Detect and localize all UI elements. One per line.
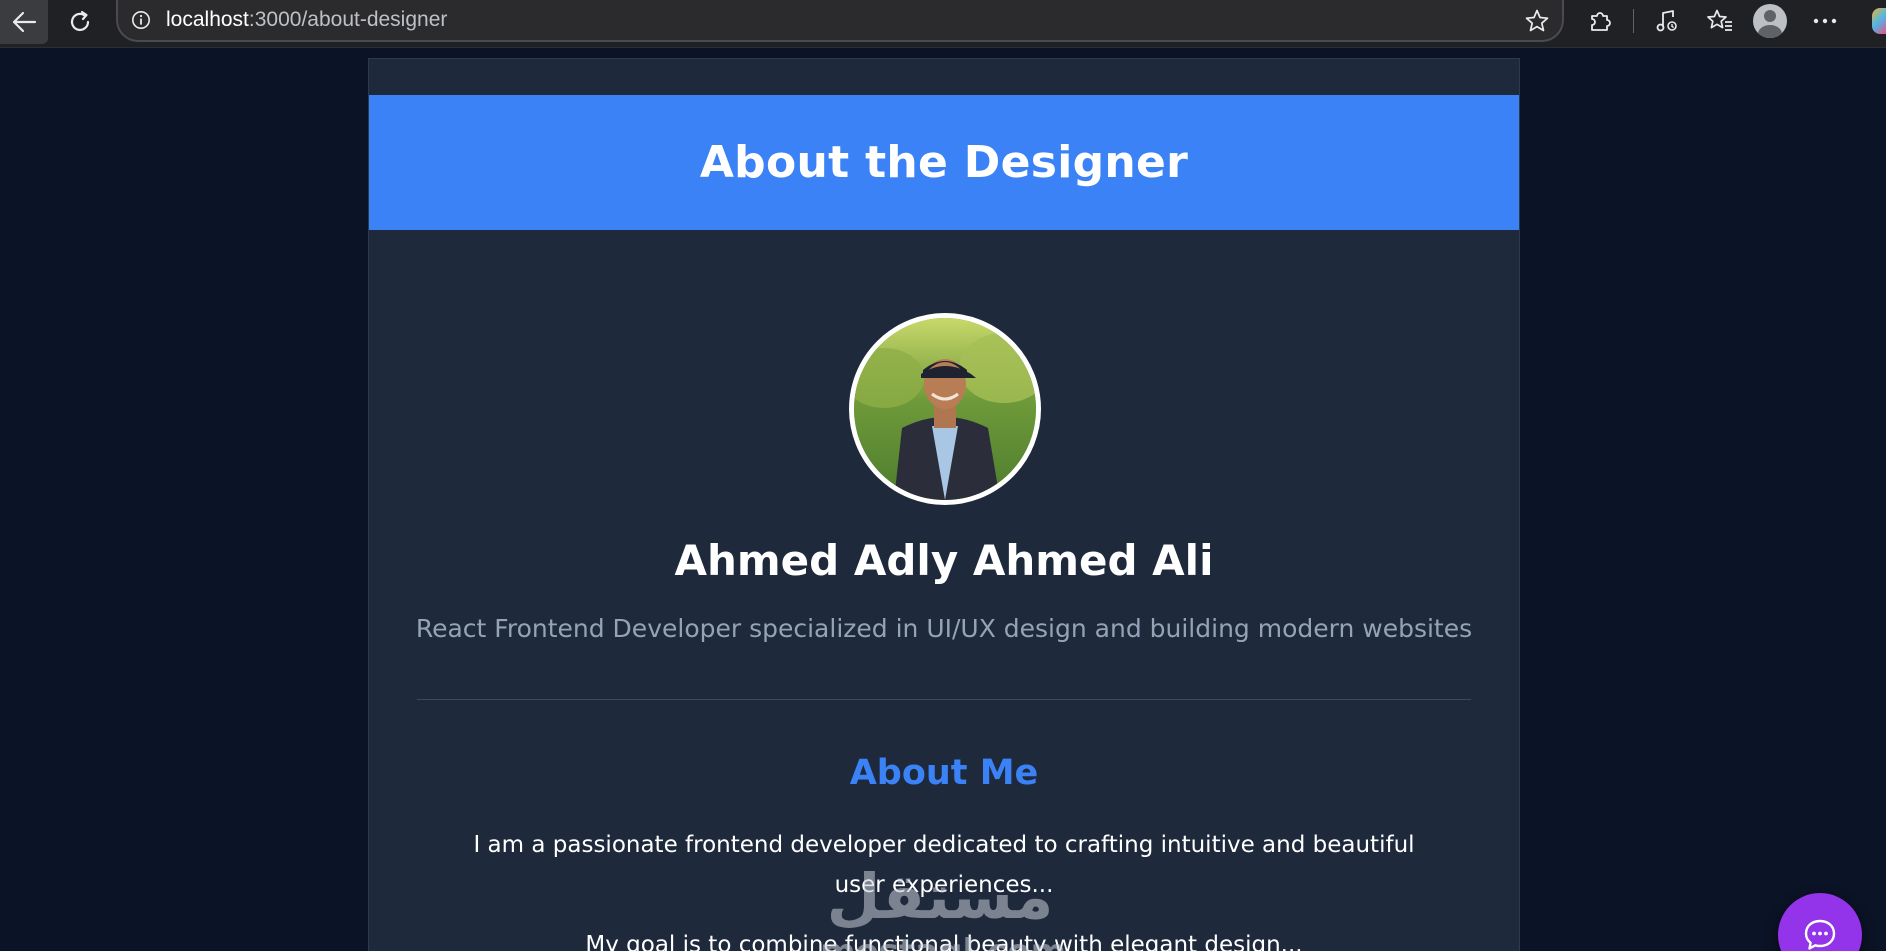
about-card: About the Designer Ahmed Adly Ahmed Ali … [368,58,1520,951]
extensions-button[interactable] [1580,1,1620,41]
hero-banner: About the Designer [369,95,1519,230]
reload-icon [70,10,90,31]
arrow-left-icon [12,11,37,33]
media-button[interactable] [1647,1,1687,41]
designer-photo [849,313,1041,505]
more-button[interactable] [1805,1,1845,41]
favorites-icon [1707,9,1732,31]
profile-icon[interactable] [1753,4,1787,38]
address-bar[interactable]: localhost:3000/about-designer [116,0,1564,42]
designer-role: React Frontend Developer specialized in … [415,614,1473,643]
copilot-icon[interactable] [1872,8,1886,34]
chat-button[interactable] [1778,893,1862,951]
toolbar-separator [1633,9,1634,33]
puzzle-icon [1591,12,1611,31]
page-title: About the Designer [699,137,1189,188]
page-viewport: About the Designer Ahmed Adly Ahmed Ali … [0,48,1886,951]
chat-bubble-icon [1804,919,1836,950]
section-divider [417,699,1471,700]
profile-head-shape [1764,10,1776,22]
info-icon[interactable] [130,9,152,31]
url-text[interactable]: localhost:3000/about-designer [166,8,447,32]
url-path: :3000/about-designer [248,8,448,31]
toolbar-actions [1580,0,1858,42]
url-host: localhost [166,8,249,31]
reload-button[interactable] [58,4,102,40]
back-button[interactable] [0,0,48,44]
star-icon[interactable] [1522,6,1552,36]
profile-body-shape [1758,25,1782,38]
favorites-button[interactable] [1700,1,1740,41]
designer-photo-image [854,318,1036,500]
more-dots-icon [1813,18,1837,24]
music-note-icon [1656,10,1677,32]
about-paragraph: I am a passionate frontend developer ded… [473,832,1415,898]
about-paragraph-2: My goal is to combine functional beauty … [585,932,1303,951]
designer-name: Ahmed Adly Ahmed Ali [674,536,1214,585]
about-me-heading: About Me [849,753,1039,793]
browser-toolbar: localhost:3000/about-designer [0,0,1886,48]
